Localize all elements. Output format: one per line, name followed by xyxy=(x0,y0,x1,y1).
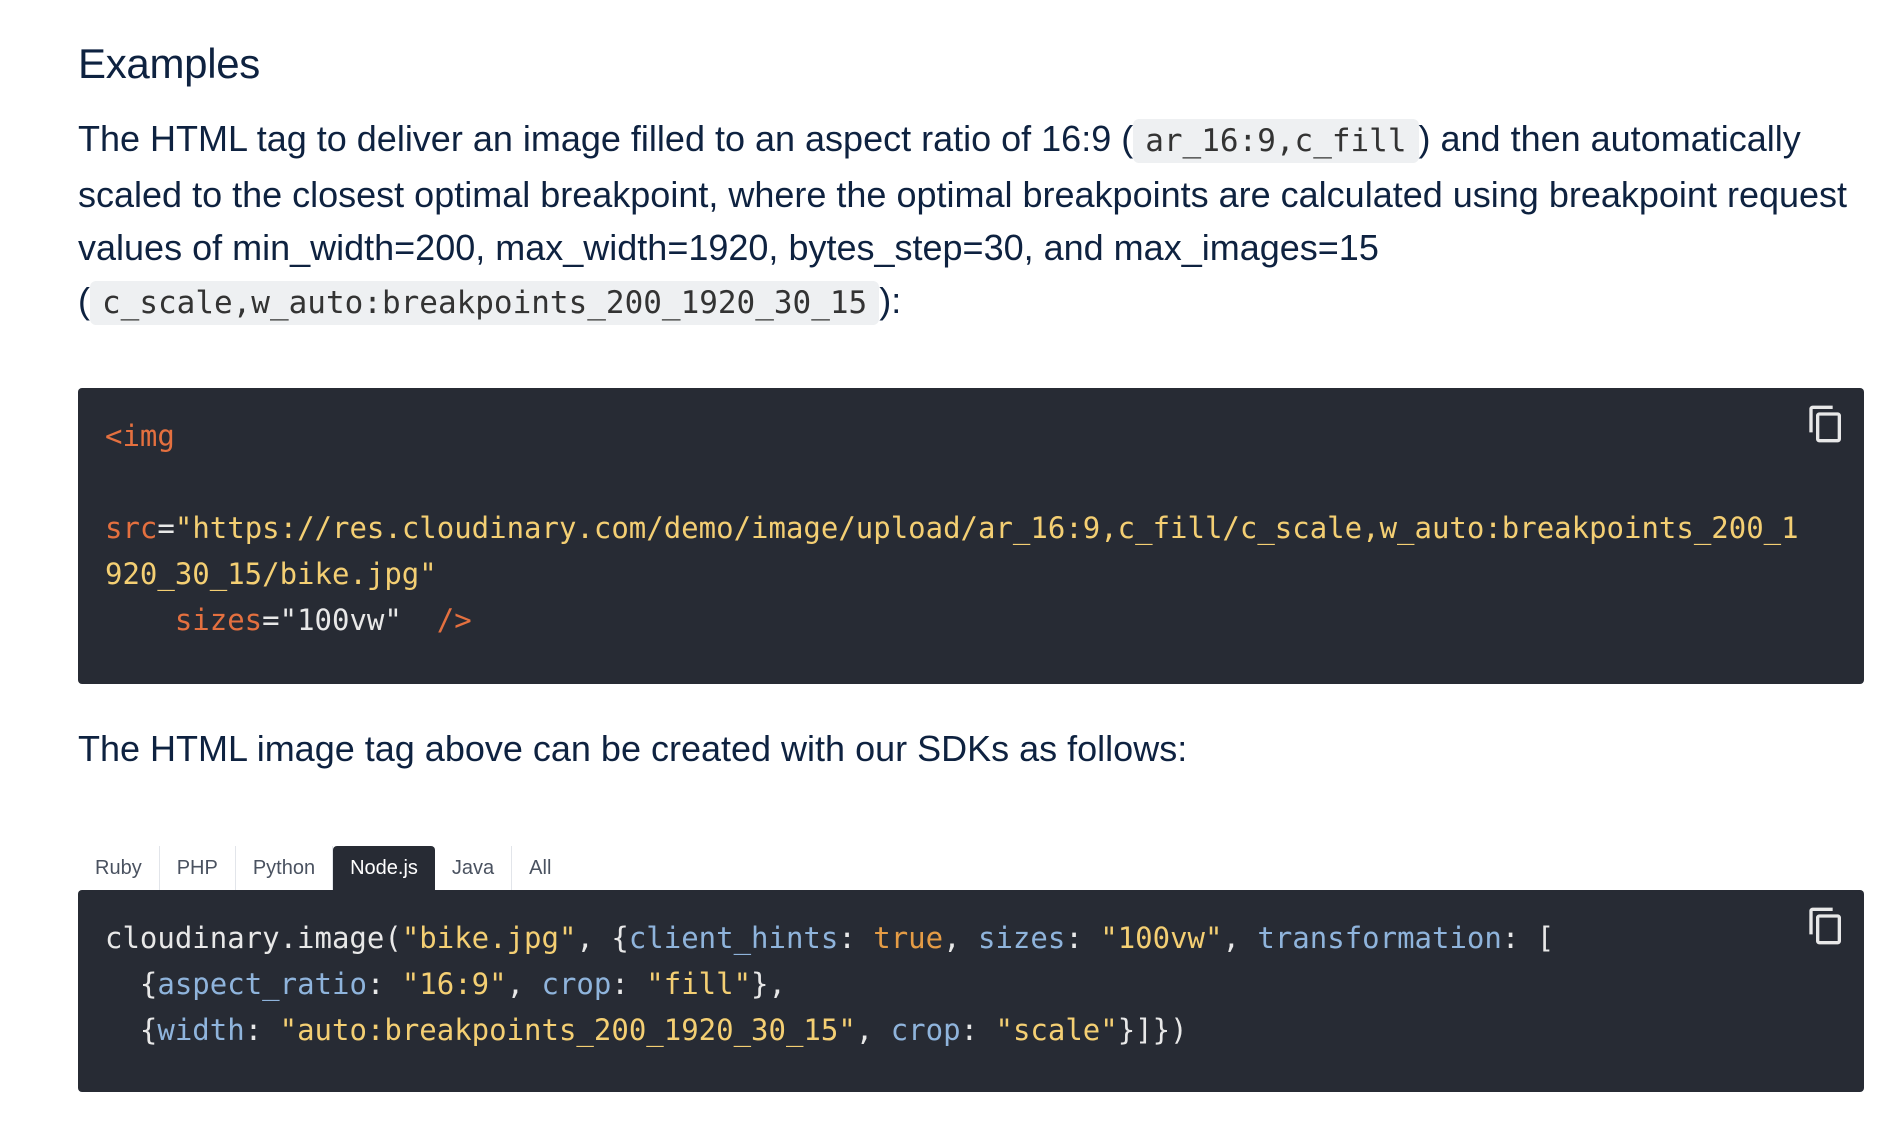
tab-nodejs[interactable]: Node.js xyxy=(333,846,435,890)
intro-paragraph: The HTML tag to deliver an image filled … xyxy=(78,112,1878,330)
sdk-intro-paragraph: The HTML image tag above can be created … xyxy=(78,728,1188,769)
copy-html-button[interactable] xyxy=(1806,404,1846,444)
tab-python[interactable]: Python xyxy=(236,846,334,890)
code-punct: }, xyxy=(751,967,786,1001)
code-punct: , xyxy=(943,921,979,955)
code-key: crop xyxy=(541,967,612,1001)
code-punct: : [ xyxy=(1501,921,1555,955)
code-src-value-line1: "https://res.cloudinary.com/demo/image/u… xyxy=(174,511,1799,545)
code-string: "auto:breakpoints_200_1920_30_15" xyxy=(279,1013,856,1047)
code-close-tag: /> xyxy=(436,603,472,637)
code-punct: , xyxy=(1222,921,1258,955)
code-punct: , xyxy=(855,1013,891,1047)
inline-code-aspect: ar_16:9,c_fill xyxy=(1133,119,1419,163)
sdk-code-text: cloudinary.image("bike.jpg", {client_hin… xyxy=(105,915,1554,1053)
code-punct: }]}) xyxy=(1117,1013,1188,1047)
code-punct: : xyxy=(838,921,874,955)
code-key: crop xyxy=(890,1013,961,1047)
code-open-tag: <img xyxy=(105,419,175,453)
code-sizes-attr: sizes xyxy=(174,603,263,637)
tab-ruby[interactable]: Ruby xyxy=(78,846,160,890)
code-fn: cloudinary.image( xyxy=(105,921,402,955)
code-punct: : xyxy=(960,1013,996,1047)
code-punct: : xyxy=(611,967,647,1001)
code-sizes-value: "100vw" xyxy=(279,603,402,637)
code-key: transformation xyxy=(1257,921,1502,955)
sdk-code-block: cloudinary.image("bike.jpg", {client_hin… xyxy=(78,890,1864,1092)
code-punct: , { xyxy=(576,921,629,955)
code-punct: { xyxy=(105,1013,158,1047)
inline-code-breakpoints: c_scale,w_auto:breakpoints_200_1920_30_1… xyxy=(90,281,880,325)
code-string: "100vw" xyxy=(1100,921,1223,955)
code-string: "scale" xyxy=(995,1013,1118,1047)
copy-sdk-button[interactable] xyxy=(1806,906,1846,946)
code-key: width xyxy=(157,1013,245,1047)
html-code-block: <img src="https://res.cloudinary.com/dem… xyxy=(78,388,1864,684)
section-heading: Examples xyxy=(78,40,261,87)
code-punct: : xyxy=(244,1013,280,1047)
intro-text-1: The HTML tag to deliver an image filled … xyxy=(78,118,1134,159)
intro-text-3: ): xyxy=(879,280,902,321)
tab-java[interactable]: Java xyxy=(435,846,513,890)
code-src-attr: src xyxy=(105,511,158,545)
code-string: "16:9" xyxy=(401,967,507,1001)
code-src-value-line2: 920_30_15/bike.jpg" xyxy=(105,557,437,591)
code-key: client_hints xyxy=(628,921,839,955)
copy-icon xyxy=(1809,405,1841,443)
sdk-tabs: Ruby PHP Python Node.js Java All xyxy=(78,846,568,890)
code-punct: : xyxy=(1065,921,1101,955)
page: Examples The HTML tag to deliver an imag… xyxy=(0,0,1904,1134)
code-key: sizes xyxy=(978,921,1066,955)
html-code-text: <img src="https://res.cloudinary.com/dem… xyxy=(105,419,1799,637)
copy-icon xyxy=(1809,907,1841,945)
code-bool: true xyxy=(873,921,944,955)
tab-all[interactable]: All xyxy=(512,846,568,890)
code-punct: : xyxy=(366,967,402,1001)
code-punct: { xyxy=(105,967,158,1001)
code-string: "bike.jpg" xyxy=(401,921,577,955)
code-string: "fill" xyxy=(646,967,752,1001)
tab-php[interactable]: PHP xyxy=(160,846,236,890)
code-punct: , xyxy=(506,967,542,1001)
code-key: aspect_ratio xyxy=(157,967,367,1001)
